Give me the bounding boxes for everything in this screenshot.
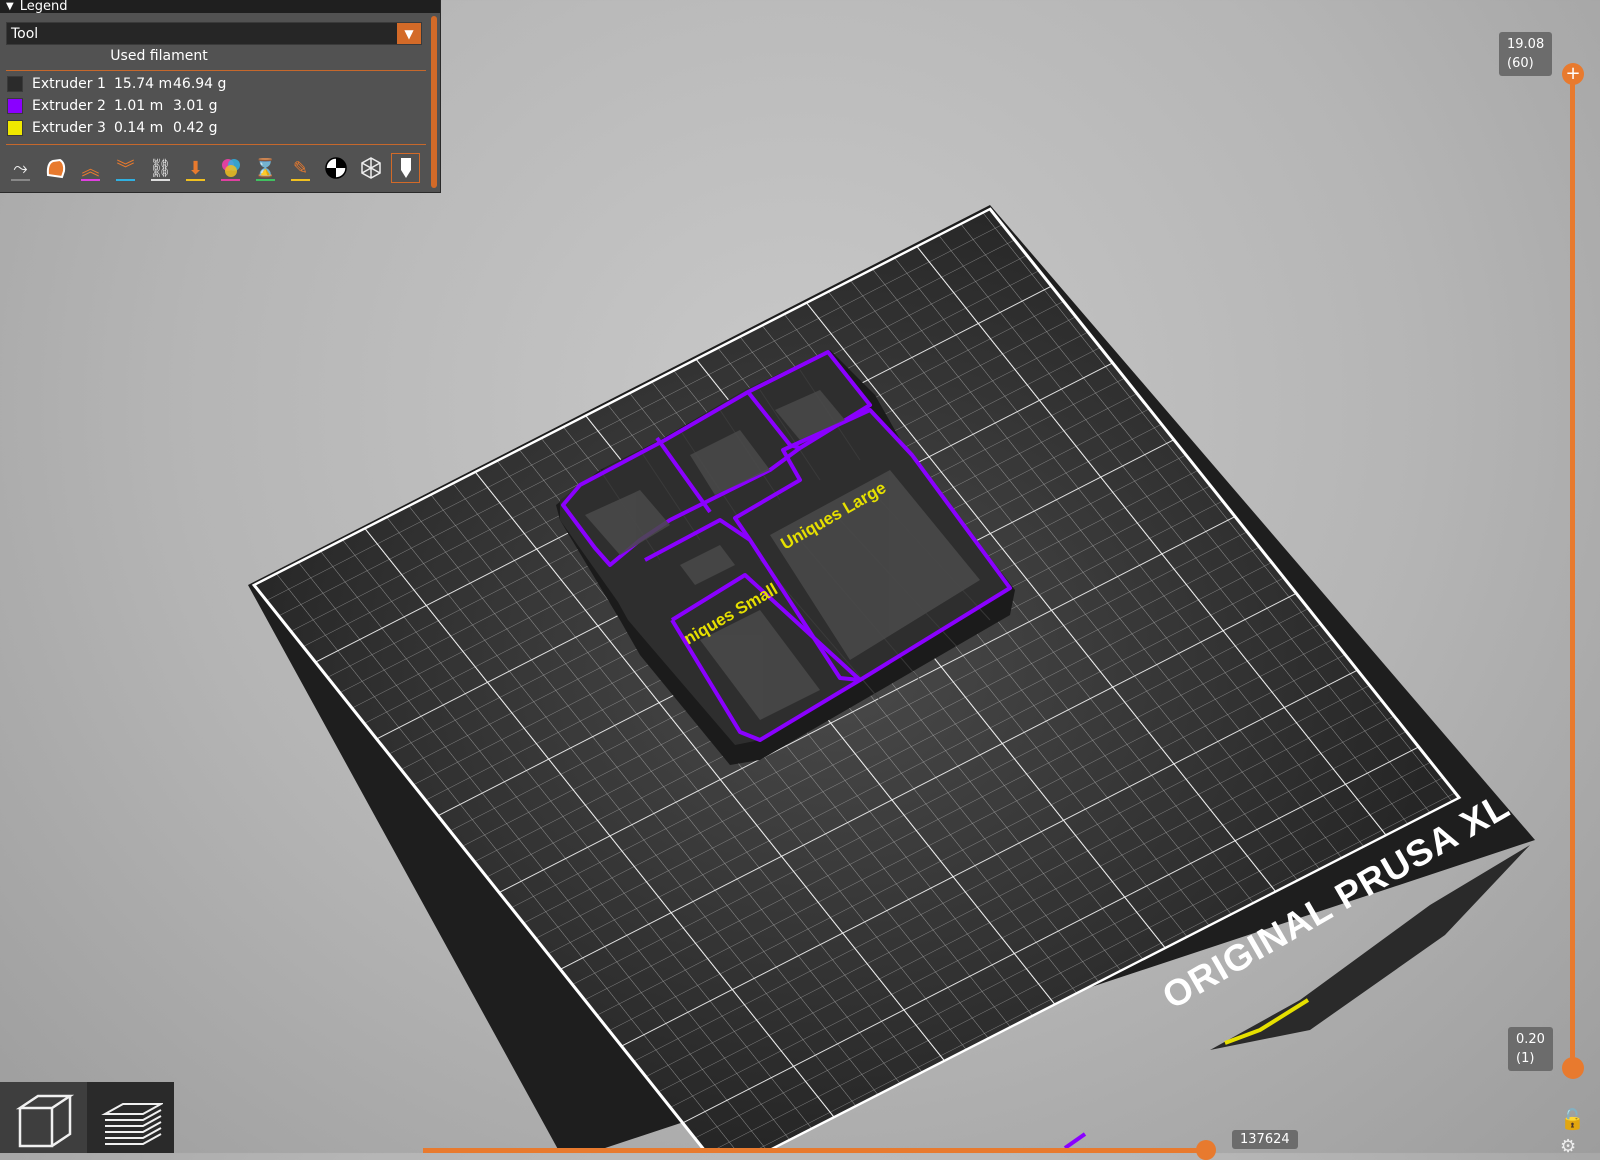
center-of-gravity-icon[interactable]: [321, 153, 350, 183]
legend-options-toolbar: ⤳ ︽ ︾ ⛓ ⬇ ⌛ ✎: [6, 153, 420, 183]
purge-trace: [1063, 1132, 1087, 1150]
extruder-row: Extruder 1 15.74 m 46.94 g: [7, 74, 226, 94]
extruder-name: Extruder 1: [32, 76, 106, 92]
extruder-row: Extruder 2 1.01 m 3.01 g: [7, 96, 218, 116]
extruder-1-swatch[interactable]: [7, 76, 23, 92]
layer-slider-top-handle[interactable]: +: [1562, 63, 1584, 85]
legend-divider: [6, 70, 426, 71]
cube-icon: [15, 1094, 74, 1147]
shells-icon[interactable]: [356, 153, 385, 183]
color-changes-icon[interactable]: [216, 153, 245, 183]
tool-changes-icon[interactable]: ⬇: [181, 153, 210, 183]
view-type-value: Tool: [11, 25, 39, 42]
move-slider-track[interactable]: [423, 1148, 1213, 1153]
retractions-icon[interactable]: ︽: [76, 153, 105, 183]
layer-slider-bottom-handle[interactable]: [1562, 1057, 1584, 1079]
move-slider-value: 137624: [1232, 1130, 1298, 1149]
layer-top-label: 19.08 (60): [1499, 32, 1553, 76]
layer-bottom-number: (1): [1516, 1051, 1535, 1066]
layer-top-number: (60): [1507, 56, 1534, 71]
gear-icon[interactable]: ⚙: [1560, 1136, 1576, 1157]
legend-panel: ▼ Legend Tool ▼ Used filament Extruder 1…: [0, 0, 441, 193]
extruder-name: Extruder 2: [32, 98, 106, 114]
lock-icon[interactable]: 🔓: [1560, 1107, 1585, 1131]
extruder-length: 0.14 m: [114, 120, 164, 136]
extruder-row: Extruder 3 0.14 m 0.42 g: [7, 118, 218, 138]
layer-bottom-label: 0.20 (1): [1508, 1027, 1553, 1071]
layer-bottom-height: 0.20: [1516, 1032, 1545, 1047]
custom-gcode-icon[interactable]: ✎: [286, 153, 315, 183]
legend-divider: [6, 144, 426, 145]
wipe-icon[interactable]: [41, 153, 70, 183]
deretractions-icon[interactable]: ︾: [111, 153, 140, 183]
move-slider-handle[interactable]: [1196, 1140, 1216, 1160]
extruder-length: 15.74 m: [114, 76, 173, 92]
legend-title: Legend: [19, 0, 68, 13]
tool-marker-icon[interactable]: [391, 153, 420, 183]
used-filament-title: Used filament: [110, 48, 208, 64]
legend-header[interactable]: ▼ Legend: [0, 0, 440, 13]
extruder-weight: 3.01 g: [173, 98, 218, 114]
layer-slider-track[interactable]: [1570, 74, 1575, 1072]
view-type-select[interactable]: Tool ▼: [6, 22, 422, 45]
travel-icon[interactable]: ⤳: [6, 153, 35, 183]
extruder-3-swatch[interactable]: [7, 120, 23, 136]
preview-button[interactable]: [87, 1082, 174, 1153]
legend-scrollbar[interactable]: [431, 16, 437, 188]
layers-icon: [100, 1102, 163, 1145]
3d-view-button[interactable]: [0, 1082, 87, 1153]
seams-icon[interactable]: ⛓: [146, 153, 175, 183]
extruder-name: Extruder 3: [32, 120, 106, 136]
pause-prints-icon[interactable]: ⌛: [251, 153, 280, 183]
collapse-triangle-icon[interactable]: ▼: [6, 0, 14, 13]
extruder-length: 1.01 m: [114, 98, 164, 114]
view-mode-bar: [0, 1082, 174, 1153]
extruder-2-swatch[interactable]: [7, 98, 23, 114]
layer-top-height: 19.08: [1507, 37, 1545, 52]
extruder-weight: 0.42 g: [173, 120, 218, 136]
extruder-weight: 46.94 g: [173, 76, 227, 92]
dropdown-arrow-icon[interactable]: ▼: [397, 23, 421, 44]
